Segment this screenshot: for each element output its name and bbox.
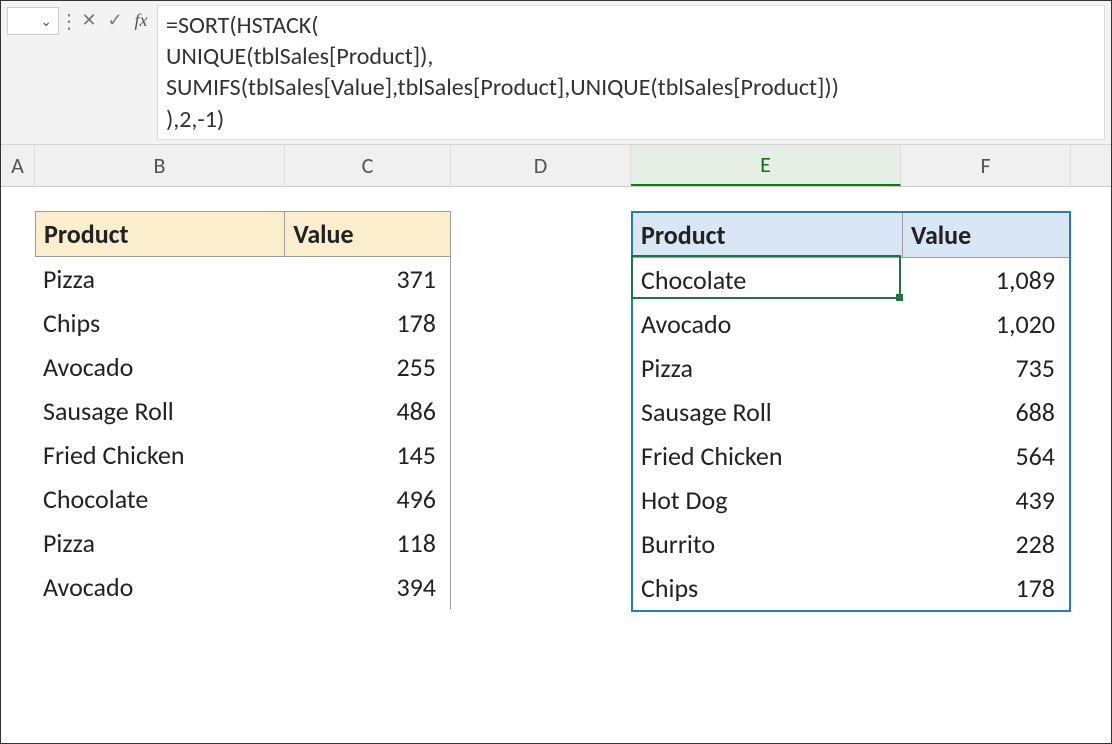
col-header-a[interactable]: A xyxy=(1,145,35,186)
cell-product[interactable]: Pizza xyxy=(35,257,284,301)
table-row: Sausage Roll486 xyxy=(35,389,450,433)
chevron-down-icon[interactable]: ⌄ xyxy=(40,13,52,30)
cell-value[interactable]: 688 xyxy=(903,390,1069,434)
table-row: Chips178 xyxy=(633,566,1069,610)
formula-bar-controls: ✕ ✓ fx xyxy=(73,5,157,31)
header-product[interactable]: Product xyxy=(633,213,903,258)
cell-product[interactable]: Pizza xyxy=(35,521,284,565)
table-row: Pizza371 xyxy=(35,257,450,301)
table-header-row: Product Value xyxy=(633,213,1069,258)
table-sales-raw: Product Value Pizza371 Chips178 Avocado2… xyxy=(35,211,451,609)
cell-product[interactable]: Avocado xyxy=(633,302,903,346)
header-value[interactable]: Value xyxy=(284,212,450,257)
cell-value[interactable]: 228 xyxy=(903,522,1069,566)
formula-bar: ⌄ ⋮ ✕ ✓ fx =SORT(HSTACK( UNIQUE(tblSales… xyxy=(1,1,1111,145)
cell-product[interactable]: Hot Dog xyxy=(633,478,903,522)
table-row: Avocado255 xyxy=(35,345,450,389)
cell-value[interactable]: 1,020 xyxy=(903,302,1069,346)
name-box[interactable]: ⌄ xyxy=(7,7,59,35)
table-row: Sausage Roll688 xyxy=(633,390,1069,434)
separator-icon: ⋮ xyxy=(65,5,73,34)
col-header-b[interactable]: B xyxy=(35,145,285,186)
table-row: Chips178 xyxy=(35,301,450,345)
cell-value[interactable]: 439 xyxy=(903,478,1069,522)
cell-product[interactable]: Avocado xyxy=(35,345,284,389)
table-row: Fried Chicken564 xyxy=(633,434,1069,478)
table-row: Pizza735 xyxy=(633,346,1069,390)
cell-product[interactable]: Chips xyxy=(633,566,903,610)
cell-product[interactable]: Avocado xyxy=(35,565,284,609)
formula-input[interactable]: =SORT(HSTACK( UNIQUE(tblSales[Product]),… xyxy=(157,5,1105,140)
table-row: Avocado394 xyxy=(35,565,450,609)
table-row: Avocado1,020 xyxy=(633,302,1069,346)
col-header-d[interactable]: D xyxy=(451,145,631,186)
cell-value[interactable]: 564 xyxy=(903,434,1069,478)
table-header-row: Product Value xyxy=(35,212,450,257)
column-headers: A B C D E F xyxy=(1,145,1111,187)
cell-product[interactable]: Chocolate xyxy=(35,477,284,521)
table-sales-summary: Product Value Chocolate1,089 Avocado1,02… xyxy=(631,211,1071,612)
cell-value[interactable]: 255 xyxy=(284,345,450,389)
cell-value[interactable]: 1,089 xyxy=(903,258,1069,302)
header-product[interactable]: Product xyxy=(35,212,284,257)
cell-value[interactable]: 178 xyxy=(284,301,450,345)
cell-value[interactable]: 735 xyxy=(903,346,1069,390)
fx-icon[interactable]: fx xyxy=(131,10,151,31)
cell-value[interactable]: 496 xyxy=(284,477,450,521)
cell-product[interactable]: Burrito xyxy=(633,522,903,566)
cell-value[interactable]: 371 xyxy=(284,257,450,301)
col-header-e[interactable]: E xyxy=(631,145,901,186)
cell-product[interactable]: Chocolate xyxy=(633,258,903,302)
cell-product[interactable]: Fried Chicken xyxy=(35,433,284,477)
cell-value[interactable]: 178 xyxy=(903,566,1069,610)
cell-value[interactable]: 145 xyxy=(284,433,450,477)
cell-product[interactable]: Sausage Roll xyxy=(35,389,284,433)
table-row: Burrito228 xyxy=(633,522,1069,566)
col-header-c[interactable]: C xyxy=(285,145,451,186)
header-value[interactable]: Value xyxy=(903,213,1069,258)
cell-value[interactable]: 118 xyxy=(284,521,450,565)
table-row: Pizza118 xyxy=(35,521,450,565)
cell-product[interactable]: Sausage Roll xyxy=(633,390,903,434)
col-header-f[interactable]: F xyxy=(901,145,1071,186)
cell-product[interactable]: Chips xyxy=(35,301,284,345)
cell-product[interactable]: Fried Chicken xyxy=(633,434,903,478)
table-row: Fried Chicken145 xyxy=(35,433,450,477)
cancel-icon[interactable]: ✕ xyxy=(79,9,99,31)
cell-value[interactable]: 394 xyxy=(284,565,450,609)
table-row: Chocolate496 xyxy=(35,477,450,521)
cell-value[interactable]: 486 xyxy=(284,389,450,433)
table-row: Hot Dog439 xyxy=(633,478,1069,522)
enter-icon[interactable]: ✓ xyxy=(105,9,125,31)
table-row: Chocolate1,089 xyxy=(633,258,1069,302)
cell-product[interactable]: Pizza xyxy=(633,346,903,390)
